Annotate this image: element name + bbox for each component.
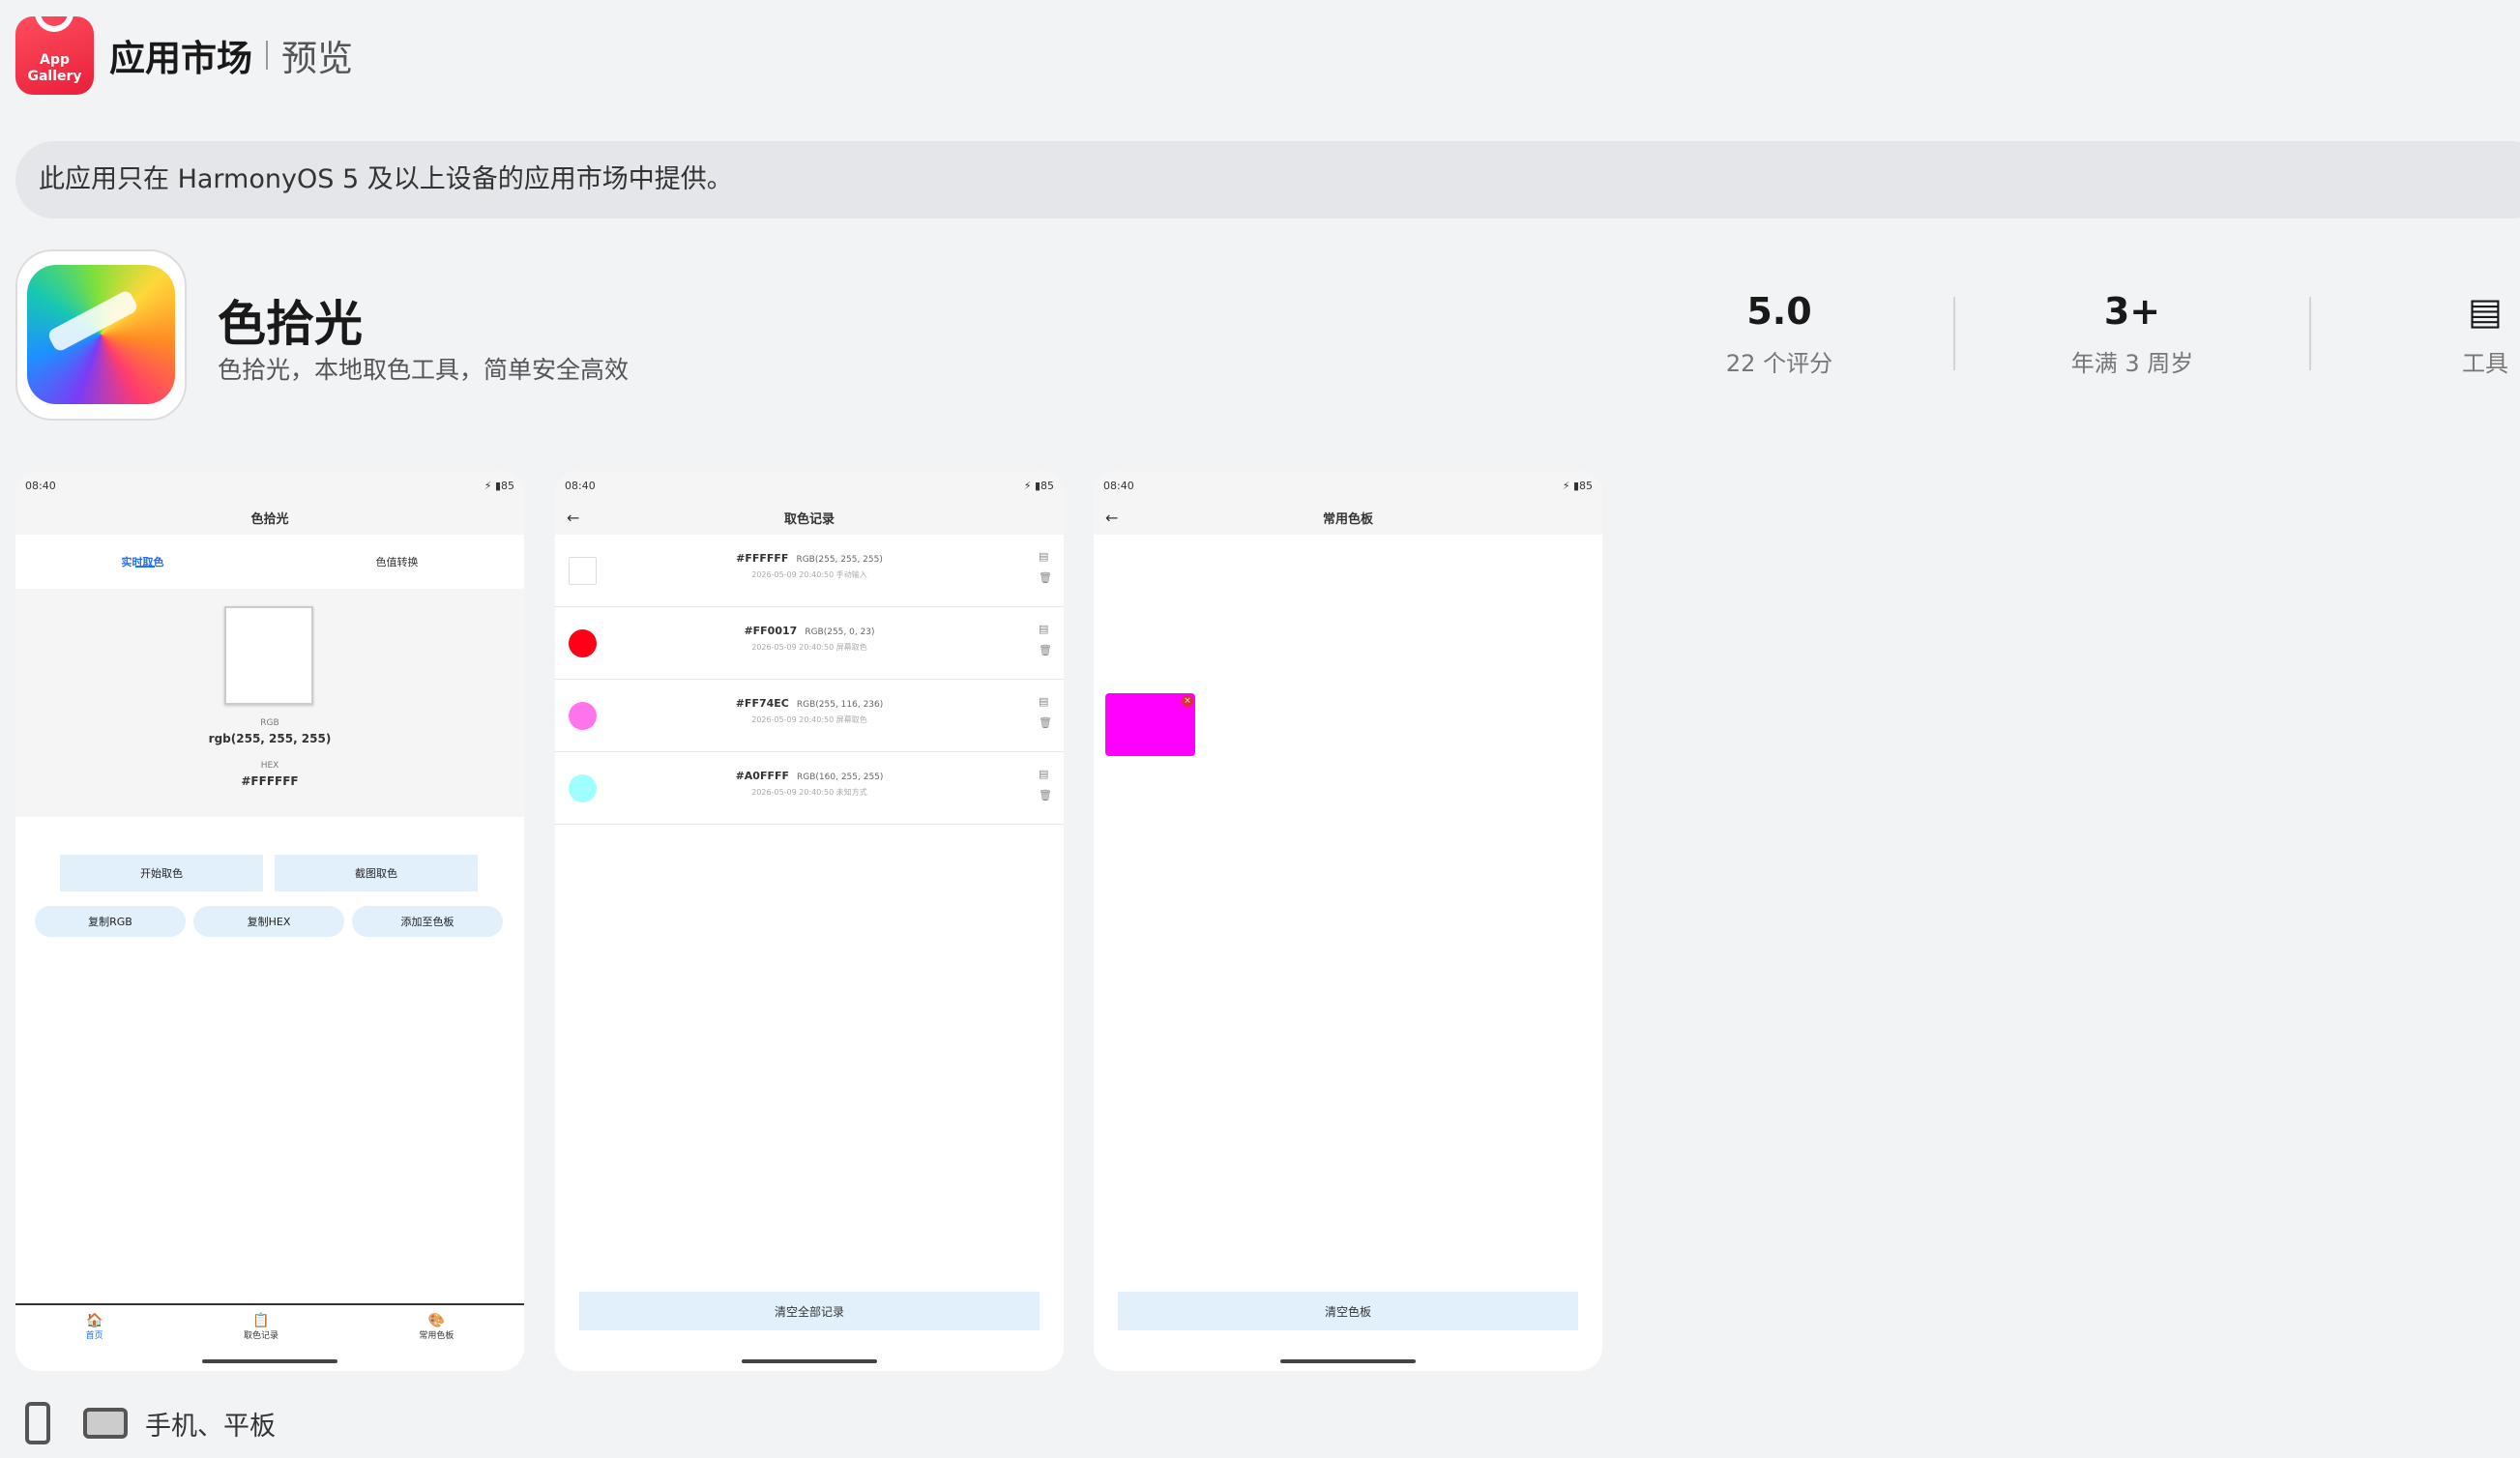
age-stat: 3+ 年满 3 周岁 bbox=[2070, 290, 2194, 377]
header-title: 应用市场 bbox=[109, 38, 252, 79]
trash-icon[interactable]: 🗑 bbox=[1039, 640, 1052, 661]
color-swatch bbox=[224, 606, 313, 705]
stat-divider bbox=[2309, 297, 2311, 370]
palette-swatch[interactable]: × bbox=[1105, 693, 1195, 756]
record-row[interactable]: #FF74EC RGB(255, 116, 236) 2026-05-09 20:… bbox=[555, 680, 1064, 752]
hex-value: #FFFFFF bbox=[241, 774, 299, 788]
home-indicator bbox=[1280, 1359, 1416, 1363]
nav-home[interactable]: 🏠 首页 bbox=[86, 1313, 103, 1341]
category-stat: ▤ 工具 bbox=[2456, 290, 2514, 378]
copy-icon[interactable]: ▤ bbox=[1039, 764, 1052, 785]
record-time: 2026-05-09 20:40:50 未知方式 bbox=[751, 788, 867, 797]
page-title: 常用色板 bbox=[1322, 511, 1373, 527]
compat-notice: 此应用只在 HarmonyOS 5 及以上设备的应用市场中提供。 bbox=[15, 141, 2520, 219]
status-icons: ⚡ ▮85 bbox=[1562, 479, 1593, 492]
copy-icon[interactable]: ▤ bbox=[1039, 691, 1052, 713]
record-hex: #FF0017 bbox=[744, 625, 798, 637]
page-header: ← 常用色板 bbox=[1094, 500, 1602, 535]
page-title: 色拾光 bbox=[15, 500, 524, 535]
trash-icon[interactable]: 🗑 bbox=[1039, 568, 1052, 589]
record-rgb: RGB(160, 255, 255) bbox=[797, 773, 884, 782]
tab-convert[interactable]: 色值转换 bbox=[376, 554, 419, 569]
rgb-value: rgb(255, 255, 255) bbox=[208, 732, 332, 745]
app-description: 色拾光，本地取色工具，简单安全高效 bbox=[218, 356, 630, 384]
app-gallery-logo[interactable]: App Gallery bbox=[15, 15, 94, 95]
record-row[interactable]: #FFFFFF RGB(255, 255, 255) 2026-05-09 20:… bbox=[555, 535, 1064, 607]
record-time: 2026-05-09 20:40:50 屏幕取色 bbox=[751, 715, 867, 724]
record-rgb: RGB(255, 0, 23) bbox=[805, 627, 875, 637]
record-rgb: RGB(255, 116, 236) bbox=[796, 700, 884, 710]
add-to-palette-button[interactable]: 添加至色板 bbox=[352, 906, 503, 937]
app-icon bbox=[15, 249, 187, 421]
record-time: 2026-05-09 20:40:50 手动输入 bbox=[751, 570, 867, 579]
screenshot-home[interactable]: 08:40 ⚡ ▮85 色拾光 实时取色 色值转换 RGB rgb(255, 25… bbox=[15, 471, 524, 1371]
header-divider bbox=[266, 41, 268, 70]
status-icons: ⚡ ▮85 bbox=[483, 479, 514, 492]
nav-records[interactable]: 📋 取色记录 bbox=[244, 1313, 278, 1341]
app-header: App Gallery 应用市场 预览 bbox=[15, 15, 353, 95]
copy-icon[interactable]: ▤ bbox=[1039, 546, 1052, 568]
trash-icon[interactable]: 🗑 bbox=[1039, 713, 1052, 734]
home-indicator bbox=[742, 1359, 877, 1363]
screenshot-palette[interactable]: 08:40 ⚡ ▮85 ← 常用色板 × 清空色板 bbox=[1094, 471, 1602, 1371]
copy-hex-button[interactable]: 复制HEX bbox=[193, 906, 344, 937]
record-hex: #FFFFFF bbox=[736, 552, 789, 565]
back-arrow-icon[interactable]: ← bbox=[1105, 509, 1118, 527]
trash-icon[interactable]: 🗑 bbox=[1039, 785, 1052, 806]
record-rgb: RGB(255, 255, 255) bbox=[796, 555, 883, 565]
record-row[interactable]: #A0FFFF RGB(160, 255, 255) 2026-05-09 20:… bbox=[555, 752, 1064, 825]
device-support: 手机、平板 bbox=[15, 1402, 276, 1444]
header-subtitle: 预览 bbox=[281, 38, 353, 79]
home-indicator bbox=[202, 1359, 337, 1363]
category-icon: ▤ bbox=[2468, 290, 2503, 333]
copy-rgb-button[interactable]: 复制RGB bbox=[35, 906, 186, 937]
status-bar: 08:40 ⚡ ▮85 bbox=[1094, 471, 1602, 500]
remove-icon[interactable]: × bbox=[1182, 695, 1193, 707]
clear-records-button[interactable]: 清空全部记录 bbox=[579, 1292, 1040, 1330]
status-bar: 08:40 ⚡ ▮85 bbox=[555, 471, 1064, 500]
record-hex: #A0FFFF bbox=[735, 770, 790, 782]
record-time: 2026-05-09 20:40:50 屏幕取色 bbox=[751, 643, 867, 652]
tablet-icon bbox=[83, 1408, 128, 1439]
screenshot-pick-button[interactable]: 截图取色 bbox=[275, 855, 478, 891]
record-row[interactable]: #FF0017 RGB(255, 0, 23) 2026-05-09 20:40:… bbox=[555, 607, 1064, 680]
tab-indicator bbox=[135, 566, 155, 568]
status-bar: 08:40 ⚡ ▮85 bbox=[15, 471, 524, 500]
stat-divider bbox=[1953, 297, 1955, 370]
record-list: #FFFFFF RGB(255, 255, 255) 2026-05-09 20:… bbox=[555, 535, 1064, 825]
record-hex: #FF74EC bbox=[735, 697, 789, 710]
app-name: 色拾光 bbox=[218, 296, 363, 352]
rating-stat: 5.0 22 个评分 bbox=[1725, 290, 1833, 377]
clear-palette-button[interactable]: 清空色板 bbox=[1118, 1292, 1578, 1330]
back-arrow-icon[interactable]: ← bbox=[567, 509, 579, 527]
page-title: 取色记录 bbox=[783, 511, 835, 527]
nav-palette[interactable]: 🎨 常用色板 bbox=[419, 1313, 454, 1341]
bottom-nav: 🏠 首页 📋 取色记录 🎨 常用色板 bbox=[15, 1303, 524, 1348]
clipboard-icon: 📋 bbox=[252, 1312, 270, 1328]
page-header: ← 取色记录 bbox=[555, 500, 1064, 535]
status-icons: ⚡ ▮85 bbox=[1023, 479, 1054, 492]
phone-icon bbox=[25, 1402, 50, 1444]
start-pick-button[interactable]: 开始取色 bbox=[60, 855, 263, 891]
tab-bar: 实时取色 色值转换 bbox=[15, 535, 524, 589]
palette-icon: 🎨 bbox=[427, 1312, 446, 1328]
color-preview: RGB rgb(255, 255, 255) HEX #FFFFFF bbox=[15, 589, 524, 817]
screenshot-records[interactable]: 08:40 ⚡ ▮85 ← 取色记录 #FFFFFF RGB(255, 255, 25… bbox=[555, 471, 1064, 1371]
copy-icon[interactable]: ▤ bbox=[1039, 619, 1052, 640]
home-icon: 🏠 bbox=[85, 1312, 103, 1328]
